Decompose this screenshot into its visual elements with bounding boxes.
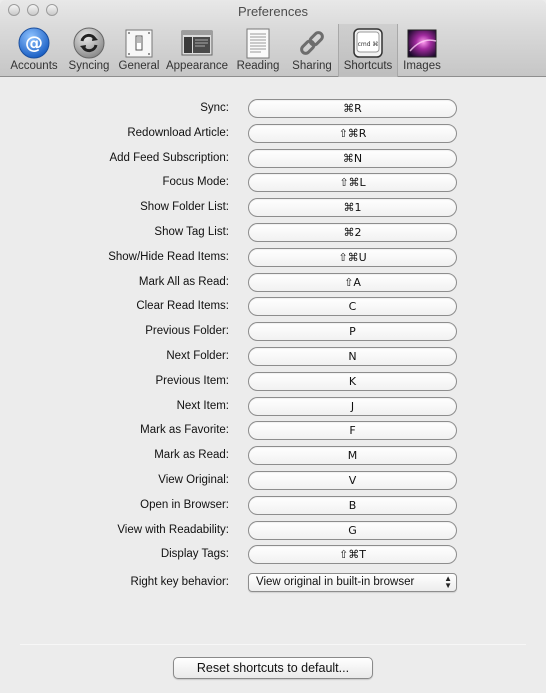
shortcut-recorder-field[interactable]: ⌘N [248,148,457,168]
document-page-icon [242,27,274,59]
shortcut-recorder-field[interactable]: P [248,322,457,342]
tab-sharing[interactable]: Sharing [286,24,338,77]
shortcut-row: Show Folder List: ⌘1 [0,196,546,221]
shortcut-row: Focus Mode: ⇧⌘L [0,171,546,196]
shortcut-label: Display Tags: [160,548,229,561]
image-galaxy-icon [406,27,438,59]
preferences-window: Preferences @ Accounts Syncing General A… [0,0,546,693]
at-sign-icon: @ [18,27,50,59]
shortcut-label: Mark as Favorite: [140,424,229,437]
shortcut-row: Redownload Article: ⇧⌘R [0,122,546,147]
shortcut-label: Clear Read Items: [136,300,229,313]
shortcut-row: Clear Read Items: C [0,295,546,320]
shortcut-row: Display Tags: ⇧⌘T [0,543,546,568]
shortcut-recorder-field[interactable]: F [248,421,457,441]
reset-shortcuts-button[interactable]: Reset shortcuts to default... [173,657,373,679]
shortcut-recorder-field[interactable]: V [248,470,457,490]
tab-accounts-label: Accounts [10,60,58,72]
shortcut-recorder-field[interactable]: ⌘R [248,99,457,118]
shortcut-label: View Original: [158,473,229,486]
shortcut-recorder-field[interactable]: C [248,297,457,317]
shortcut-row: Mark as Read: M [0,444,546,469]
tab-appearance-label: Appearance [165,60,229,72]
shortcut-label: View with Readability: [117,523,229,536]
appearance-window-icon [181,27,213,59]
shortcut-recorder-field[interactable]: ⇧⌘R [248,123,457,143]
sync-arrows-icon [73,27,105,59]
right-key-behavior-value: View original in built-in browser [256,576,415,588]
shortcut-recorder-field[interactable]: N [248,346,457,366]
tab-syncing-label: Syncing [68,60,110,72]
shortcut-row: Next Item: J [0,395,546,420]
shortcut-label: Redownload Article: [127,126,229,139]
shortcut-row: Mark as Favorite: F [0,419,546,444]
window-title: Preferences [237,4,309,19]
shortcut-label: Previous Item: [155,374,230,387]
tab-reading-label: Reading [236,60,280,72]
tab-images[interactable]: Images [398,24,446,77]
tab-shortcuts[interactable]: cmd ⌘ Shortcuts [338,24,398,77]
tab-general[interactable]: General [114,24,164,77]
shortcut-label: Mark as Read: [154,449,229,462]
shortcut-row: Previous Item: K [0,370,546,395]
shortcut-recorder-field[interactable]: M [248,446,457,466]
shortcut-row: Show/Hide Read Items: ⇧⌘U [0,246,546,271]
shortcut-row: Sync: ⌘R [0,97,546,122]
shortcut-recorder-field[interactable]: ⌘1 [248,198,457,218]
shortcut-recorder-field[interactable]: ⇧⌘T [248,545,457,565]
shortcut-recorder-field[interactable]: ⇧⌘U [248,247,457,267]
keyboard-key-icon: cmd ⌘ [352,27,384,59]
shortcut-row: View with Readability: G [0,519,546,544]
shortcut-row: Previous Folder: P [0,320,546,345]
shortcut-recorder-field[interactable]: G [248,520,457,540]
shortcut-label: Show Tag List: [154,225,229,238]
tab-sharing-label: Sharing [292,60,332,72]
shortcut-label: Mark All as Read: [138,275,229,288]
shortcut-label: Previous Folder: [145,325,229,338]
tab-reading[interactable]: Reading [230,24,286,77]
shortcut-recorder-field[interactable]: J [248,396,457,416]
toolbar: Preferences @ Accounts Syncing General A… [0,0,546,77]
tab-shortcuts-label: Shortcuts [343,60,393,72]
popup-arrows-icon: ▲ ▼ [444,574,452,590]
tab-syncing[interactable]: Syncing [64,24,114,77]
tab-general-label: General [118,60,160,72]
shortcut-row: Open in Browser: B [0,494,546,519]
right-key-behavior-select[interactable]: View original in built-in browser ▲ ▼ [248,573,457,592]
svg-text:cmd ⌘: cmd ⌘ [358,41,379,48]
shortcut-label: Next Folder: [166,349,229,362]
svg-text:@: @ [25,33,43,54]
shortcut-label: Sync: [200,102,229,114]
tab-appearance[interactable]: Appearance [164,24,230,77]
shortcut-label: Show/Hide Read Items: [108,250,229,263]
shortcut-row: Mark All as Read: ⇧A [0,271,546,296]
shortcut-recorder-field[interactable]: B [248,495,457,515]
shortcut-recorder-field[interactable]: K [248,371,457,391]
shortcut-label: Next Item: [176,399,229,412]
shortcut-row: View Original: V [0,469,546,494]
tab-accounts[interactable]: @ Accounts [4,24,64,77]
shortcut-list: Sync: ⌘R Redownload Article: ⇧⌘R Add Feed … [0,97,546,568]
shortcut-recorder-field[interactable]: ⇧A [248,272,457,292]
divider [20,644,526,645]
chain-link-icon [296,27,328,59]
shortcut-label: Open in Browser: [140,498,229,511]
shortcut-label: Focus Mode: [162,176,229,189]
shortcut-row: Add Feed Subscription: ⌘N [0,147,546,172]
shortcut-label: Add Feed Subscription: [109,151,229,164]
shortcut-row: Show Tag List: ⌘2 [0,221,546,246]
shortcut-recorder-field[interactable]: ⇧⌘L [248,173,457,193]
light-switch-icon [123,27,155,59]
tab-images-label: Images [403,60,441,72]
preferences-tabs: @ Accounts Syncing General Appearance Re… [4,24,446,77]
shortcut-recorder-field[interactable]: ⌘2 [248,222,457,242]
right-key-behavior-row: Right key behavior: View original in bui… [0,572,546,594]
right-key-behavior-label: Right key behavior: [130,576,229,588]
shortcut-row: Next Folder: N [0,345,546,370]
shortcut-label: Show Folder List: [140,201,229,214]
